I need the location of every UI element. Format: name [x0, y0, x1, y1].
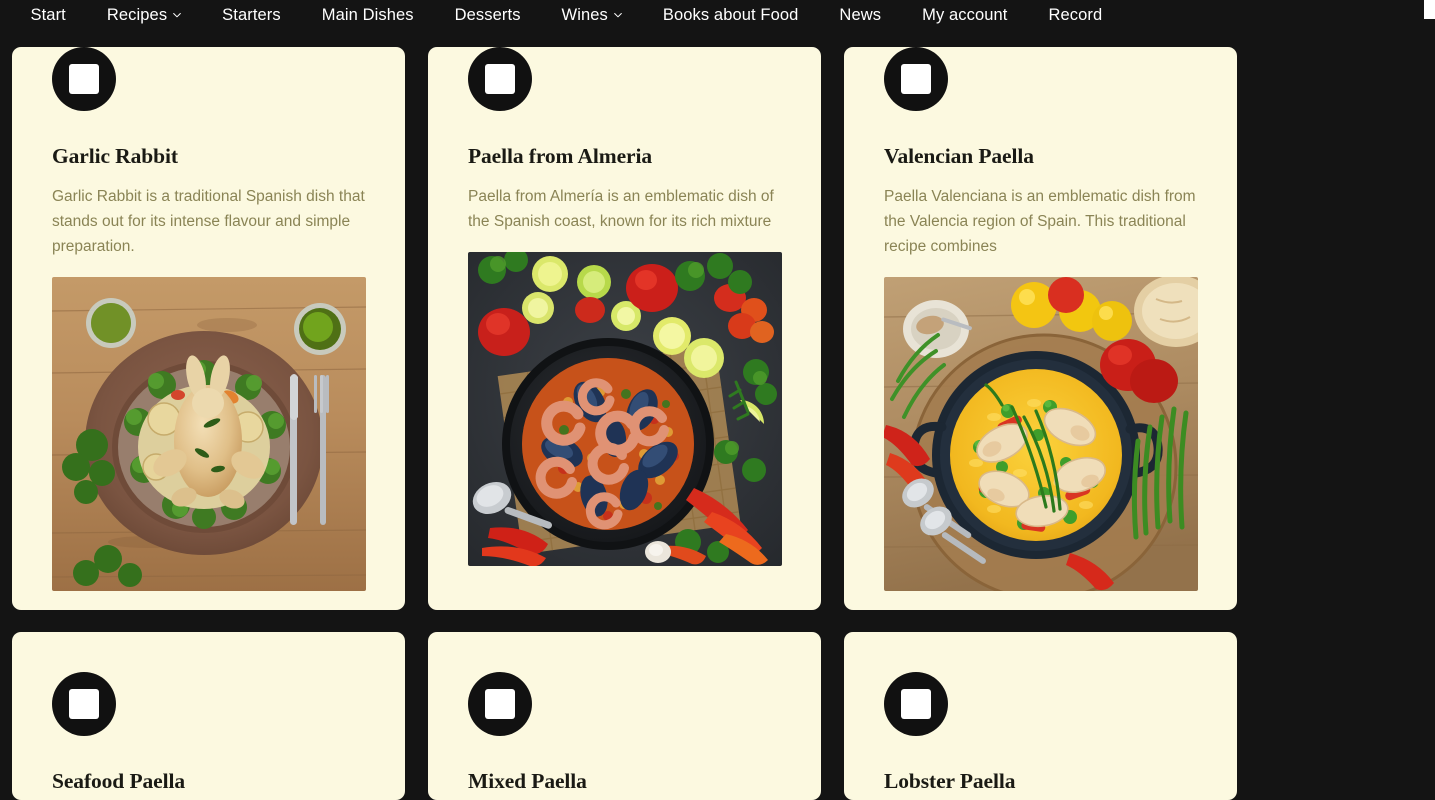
- nav-item-record[interactable]: Record: [1028, 7, 1123, 24]
- card-row: Garlic Rabbit Garlic Rabbit is a traditi…: [12, 47, 1237, 610]
- chevron-down-icon: [172, 10, 182, 19]
- nav-item-news[interactable]: News: [819, 7, 902, 24]
- recipe-image-garlic-rabbit: [52, 276, 366, 591]
- nav-item-desserts[interactable]: Desserts: [434, 7, 541, 24]
- main-navigation: Start Recipes Starters Main Dishes Desse…: [0, 0, 1424, 31]
- nav-item-starters[interactable]: Starters: [202, 7, 302, 24]
- card-avatar-icon: [468, 672, 532, 736]
- nav-label: Main Dishes: [321, 6, 414, 25]
- nav-item-main-dishes[interactable]: Main Dishes: [301, 7, 434, 24]
- rounded-square-icon: [901, 689, 931, 719]
- recipe-image-paella-from-almeria: [468, 251, 782, 566]
- nav-label: News: [839, 6, 882, 25]
- nav-item-books-about-food[interactable]: Books about Food: [642, 7, 819, 24]
- card-title: Lobster Paella: [884, 769, 1016, 793]
- recipe-card-garlic-rabbit[interactable]: Garlic Rabbit Garlic Rabbit is a traditi…: [12, 47, 405, 610]
- rounded-square-icon: [901, 64, 931, 94]
- card-title: Mixed Paella: [468, 769, 587, 793]
- recipe-card-lobster-paella[interactable]: Lobster Paella: [844, 632, 1237, 800]
- nav-item-my-account[interactable]: My account: [902, 7, 1028, 24]
- nav-label: Recipes: [106, 6, 168, 25]
- nav-spacer: [0, 31, 1424, 47]
- nav-item-recipes[interactable]: Recipes: [86, 7, 201, 24]
- card-avatar-icon: [884, 672, 948, 736]
- card-title: Valencian Paella: [884, 144, 1034, 168]
- recipe-card-valencian-paella[interactable]: Valencian Paella Paella Valenciana is an…: [844, 47, 1237, 610]
- recipe-card-paella-from-almeria[interactable]: Paella from Almeria Paella from Almería …: [428, 47, 821, 610]
- card-avatar-icon: [52, 672, 116, 736]
- card-title: Seafood Paella: [52, 769, 185, 793]
- nav-label: Wines: [561, 6, 608, 25]
- rounded-square-icon: [69, 689, 99, 719]
- recipe-card-grid: Garlic Rabbit Garlic Rabbit is a traditi…: [12, 47, 1237, 800]
- corner-notch: [1424, 0, 1435, 19]
- nav-item-start[interactable]: Start: [10, 7, 86, 24]
- nav-label: Books about Food: [662, 6, 799, 25]
- recipe-image-valencian-paella: [884, 276, 1198, 591]
- recipe-card-mixed-paella[interactable]: Mixed Paella: [428, 632, 821, 800]
- rounded-square-icon: [485, 64, 515, 94]
- card-description: Paella from Almería is an emblematic dis…: [468, 187, 774, 230]
- nav-label: Record: [1048, 6, 1103, 25]
- nav-label: Desserts: [454, 6, 521, 25]
- page-root: Start Recipes Starters Main Dishes Desse…: [0, 0, 1435, 800]
- card-title: Paella from Almeria: [468, 144, 652, 168]
- recipe-card-seafood-paella[interactable]: Seafood Paella: [12, 632, 405, 800]
- card-row: Seafood Paella Mixed Paella Lobster Pael…: [12, 632, 1237, 800]
- nav-label: Starters: [222, 6, 281, 25]
- card-avatar-icon: [52, 47, 116, 111]
- card-title: Garlic Rabbit: [52, 144, 178, 168]
- rounded-square-icon: [485, 689, 515, 719]
- rounded-square-icon: [69, 64, 99, 94]
- nav-label: Start: [30, 6, 66, 25]
- nav-item-wines[interactable]: Wines: [541, 7, 642, 24]
- card-avatar-icon: [884, 47, 948, 111]
- nav-label: My account: [922, 6, 1008, 25]
- card-description: Garlic Rabbit is a traditional Spanish d…: [52, 187, 365, 255]
- card-description: Paella Valenciana is an emblematic dish …: [884, 187, 1196, 255]
- chevron-down-icon: [613, 10, 622, 19]
- card-avatar-icon: [468, 47, 532, 111]
